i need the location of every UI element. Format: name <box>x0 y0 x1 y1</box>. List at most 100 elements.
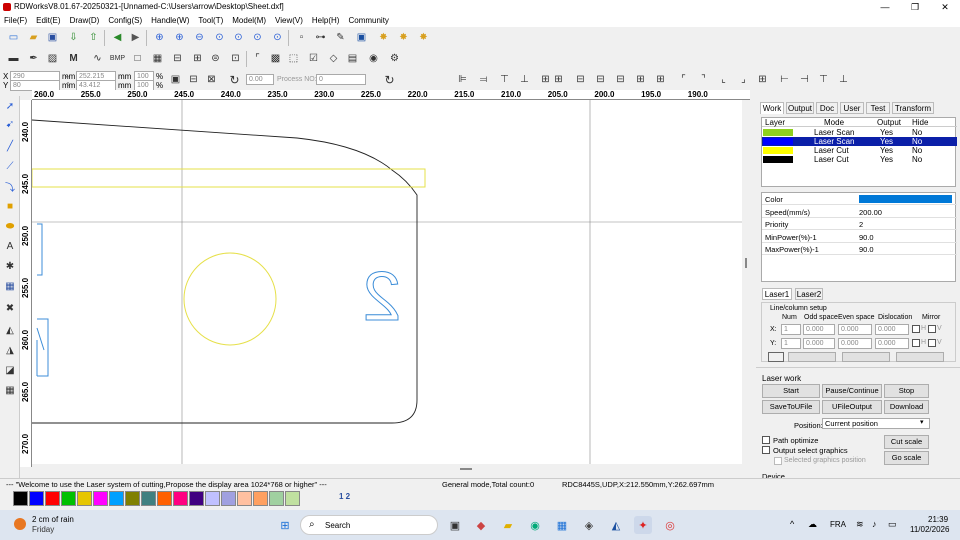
corner-br-icon[interactable]: ⌟ <box>736 72 751 87</box>
linecol-btn-1[interactable] <box>788 352 836 362</box>
layer-row[interactable]: Laser Scan Yes No <box>762 137 957 146</box>
color-swatch[interactable] <box>253 491 268 506</box>
node-icon[interactable]: ⊶ <box>313 30 328 45</box>
color-swatch[interactable] <box>285 491 300 506</box>
windows-start-icon[interactable]: ⊞ <box>276 516 294 534</box>
app-2-icon[interactable]: ◭ <box>607 516 625 534</box>
mirror-h-icon[interactable]: ⊟ <box>186 72 201 87</box>
property-row[interactable]: MinPower(%)-1 90.0 <box>762 231 957 243</box>
x-dislocation-field[interactable]: 0.000 <box>875 324 909 335</box>
select-pointer-icon[interactable]: ➚ <box>2 98 18 114</box>
align-top-icon[interactable]: ⊤ <box>497 72 512 87</box>
align-center-h-icon[interactable]: ⊞ <box>551 72 566 87</box>
y-even-field[interactable]: 0.000 <box>838 338 872 349</box>
color-swatch[interactable] <box>61 491 76 506</box>
layer-row[interactable]: Laser Cut Yes No <box>762 155 957 164</box>
save-to-ufile-button[interactable]: SaveToUFile <box>762 400 820 414</box>
tab-doc[interactable]: Doc <box>816 102 838 114</box>
color-swatch[interactable] <box>29 491 44 506</box>
delete-tool-icon[interactable]: ✖ <box>2 300 18 316</box>
tab-output[interactable]: Output <box>786 102 814 114</box>
line-icon[interactable]: ╱ <box>2 138 18 154</box>
x-num-field[interactable]: 1 <box>781 324 801 335</box>
y-odd-field[interactable]: 0.000 <box>803 338 835 349</box>
tab-laser1[interactable]: Laser1 <box>762 288 792 300</box>
corner-bl-icon[interactable]: ⌞ <box>716 72 731 87</box>
center-page-icon[interactable]: ⊞ <box>755 72 770 87</box>
ufile-output-button[interactable]: UFileOutput <box>822 400 882 414</box>
position-select[interactable]: Current position <box>822 418 930 429</box>
link-icon[interactable]: ⊞ <box>190 51 205 66</box>
edit-node-icon[interactable]: ✎ <box>333 30 348 45</box>
eye-icon[interactable]: ◉ <box>366 51 381 66</box>
tray-chevron-icon[interactable]: ^ <box>790 519 794 529</box>
color-swatch[interactable] <box>157 491 172 506</box>
menu-edit[interactable]: Edit(E) <box>32 14 65 27</box>
color-swatch[interactable] <box>205 491 220 506</box>
frame-icon[interactable]: ▫ <box>294 30 309 45</box>
x-mirror-v-checkbox[interactable] <box>928 325 936 333</box>
space-h2-icon[interactable]: ⊣ <box>797 72 812 87</box>
export-icon[interactable]: ⇧ <box>86 30 101 45</box>
chrome-icon[interactable]: ◎ <box>661 516 679 534</box>
menu-file[interactable]: File(F) <box>0 14 32 27</box>
color-swatch[interactable] <box>77 491 92 506</box>
stop-button[interactable]: Stop <box>884 384 929 398</box>
zoom-in-icon[interactable]: ⊕ <box>152 30 167 45</box>
zoom-window-icon[interactable]: ⊙ <box>212 30 227 45</box>
task-view-icon[interactable]: ▣ <box>446 516 464 534</box>
color-swatch[interactable] <box>141 491 156 506</box>
palette-more[interactable]: 1 2 <box>339 492 350 501</box>
tab-laser2[interactable]: Laser2 <box>795 288 823 300</box>
rdworks-taskbar-icon[interactable]: ✦ <box>634 516 652 534</box>
property-row[interactable]: MaxPower(%)-1 90.0 <box>762 243 957 255</box>
y-num-field[interactable]: 1 <box>781 338 801 349</box>
menu-config[interactable]: Config(S) <box>104 14 147 27</box>
open-folder-icon[interactable]: ▰ <box>26 30 41 45</box>
layer-row[interactable]: Laser Scan Yes No <box>762 128 957 137</box>
ellipse-tool-icon[interactable]: ⬬ <box>2 218 18 234</box>
linecol-preview-icon[interactable] <box>768 352 784 362</box>
cut-icon[interactable]: ▨ <box>45 51 60 66</box>
color-swatch[interactable] <box>221 491 236 506</box>
refresh-icon[interactable]: ↻ <box>382 72 397 87</box>
space-v2-icon[interactable]: ⊥ <box>836 72 851 87</box>
menu-draw[interactable]: Draw(D) <box>66 14 105 27</box>
menu-handle[interactable]: Handle(W) <box>147 14 194 27</box>
menu-tool[interactable]: Tool(T) <box>194 14 228 27</box>
color-swatch[interactable] <box>237 491 252 506</box>
weather-icon[interactable] <box>14 518 26 530</box>
property-value[interactable]: 90.0 <box>859 245 874 254</box>
grid-icon[interactable]: ▤ <box>345 51 360 66</box>
weather-text[interactable]: 2 cm of rain <box>32 515 74 524</box>
menu-model[interactable]: Model(M) <box>228 14 271 27</box>
output-select-checkbox[interactable] <box>762 446 770 454</box>
merge-icon[interactable]: M <box>66 51 81 66</box>
new-file-icon[interactable]: ▭ <box>6 30 21 45</box>
x-mirror-h-checkbox[interactable] <box>912 325 920 333</box>
corner-tl-icon[interactable]: ⌜ <box>676 72 691 87</box>
array-icon[interactable]: ✸ <box>376 30 391 45</box>
space-h-icon[interactable]: ⊢ <box>777 72 792 87</box>
node-edit-icon[interactable]: ➹ <box>2 116 18 132</box>
array3-icon[interactable]: ✸ <box>416 30 431 45</box>
bmp-icon[interactable]: BMP <box>110 51 125 66</box>
corner-icon[interactable]: ⌜ <box>250 51 265 66</box>
color-swatch[interactable] <box>13 491 28 506</box>
start-button[interactable]: Start <box>762 384 820 398</box>
shade-icon[interactable]: ▩ <box>268 51 283 66</box>
align-left-icon[interactable]: ⊫ <box>455 72 470 87</box>
x-odd-field[interactable]: 0.000 <box>803 324 835 335</box>
redo-icon[interactable]: ▶ <box>128 30 143 45</box>
drawing-canvas[interactable]: 2 <box>32 100 742 464</box>
rect-icon[interactable]: □ <box>130 51 145 66</box>
zoom-select-icon[interactable]: ⊙ <box>250 30 265 45</box>
distribute-icon[interactable]: ⊞ <box>653 72 668 87</box>
zoom-all-icon[interactable]: ⊙ <box>270 30 285 45</box>
x-even-field[interactable]: 0.000 <box>838 324 872 335</box>
space-v-icon[interactable]: ⊤ <box>816 72 831 87</box>
y-mirror-v-checkbox[interactable] <box>928 339 936 347</box>
y-mirror-h-checkbox[interactable] <box>912 339 920 347</box>
corner-tr-icon[interactable]: ⌝ <box>696 72 711 87</box>
pen-icon[interactable]: ✒ <box>26 51 41 66</box>
